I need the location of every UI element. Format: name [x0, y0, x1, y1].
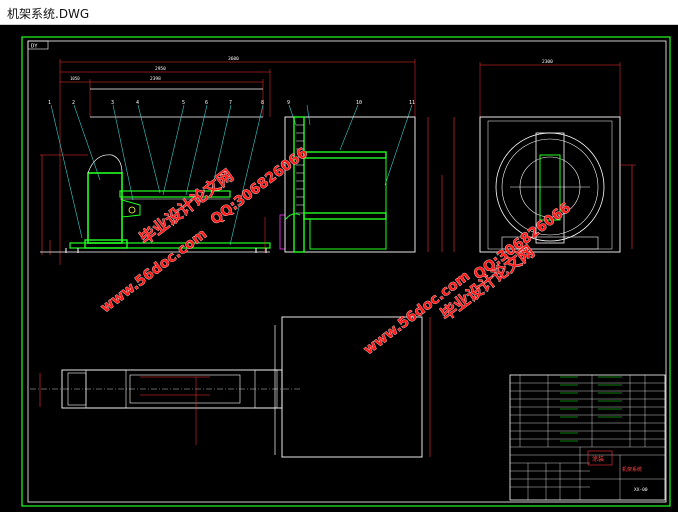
dim-left-offset: 1050	[70, 76, 80, 81]
balloon-11: 11	[409, 100, 415, 106]
window-titlebar: 机架系统.DWG	[0, 0, 678, 25]
balloon-6: 6	[205, 100, 208, 106]
balloon-9: 9	[287, 100, 290, 106]
window-title: 机架系统.DWG	[7, 7, 90, 21]
front-view: 3600 2950 2398 1050 1 2 3 4 5 6 7 8 9 10…	[40, 56, 455, 265]
drawing-number: XX-00	[634, 487, 648, 493]
balloon-1: 1	[48, 100, 51, 106]
balloon-10: 10	[356, 100, 362, 106]
balloon-7: 7	[229, 100, 232, 106]
balloon-5: 5	[182, 100, 185, 106]
outer-frame	[21, 36, 671, 507]
drawing-canvas[interactable]: DY 3600 2950 2398 1050 1 2 3 4 5 6 7 8 9…	[0, 25, 678, 512]
title-block-stamp: 涂装	[592, 455, 604, 463]
cad-drawing: DY 3600 2950 2398 1050 1 2 3 4 5 6 7 8 9…	[21, 36, 671, 507]
watermark-qq-2: QQ:306826066	[471, 200, 574, 283]
frame-tag: DY	[31, 44, 38, 50]
dim-overall: 3600	[228, 56, 239, 62]
balloon-2: 2	[72, 100, 75, 106]
balloon-3: 3	[111, 100, 114, 106]
title-block: 涂装 机架系统 XX-00	[509, 374, 666, 501]
balloon-8: 8	[261, 100, 264, 106]
dim-part-a: 2398	[150, 76, 161, 82]
dim-side-width: 2300	[542, 59, 553, 65]
dim-sub: 2950	[155, 66, 166, 72]
title-block-name: 机架系统	[622, 466, 642, 473]
balloon-4: 4	[136, 100, 139, 106]
